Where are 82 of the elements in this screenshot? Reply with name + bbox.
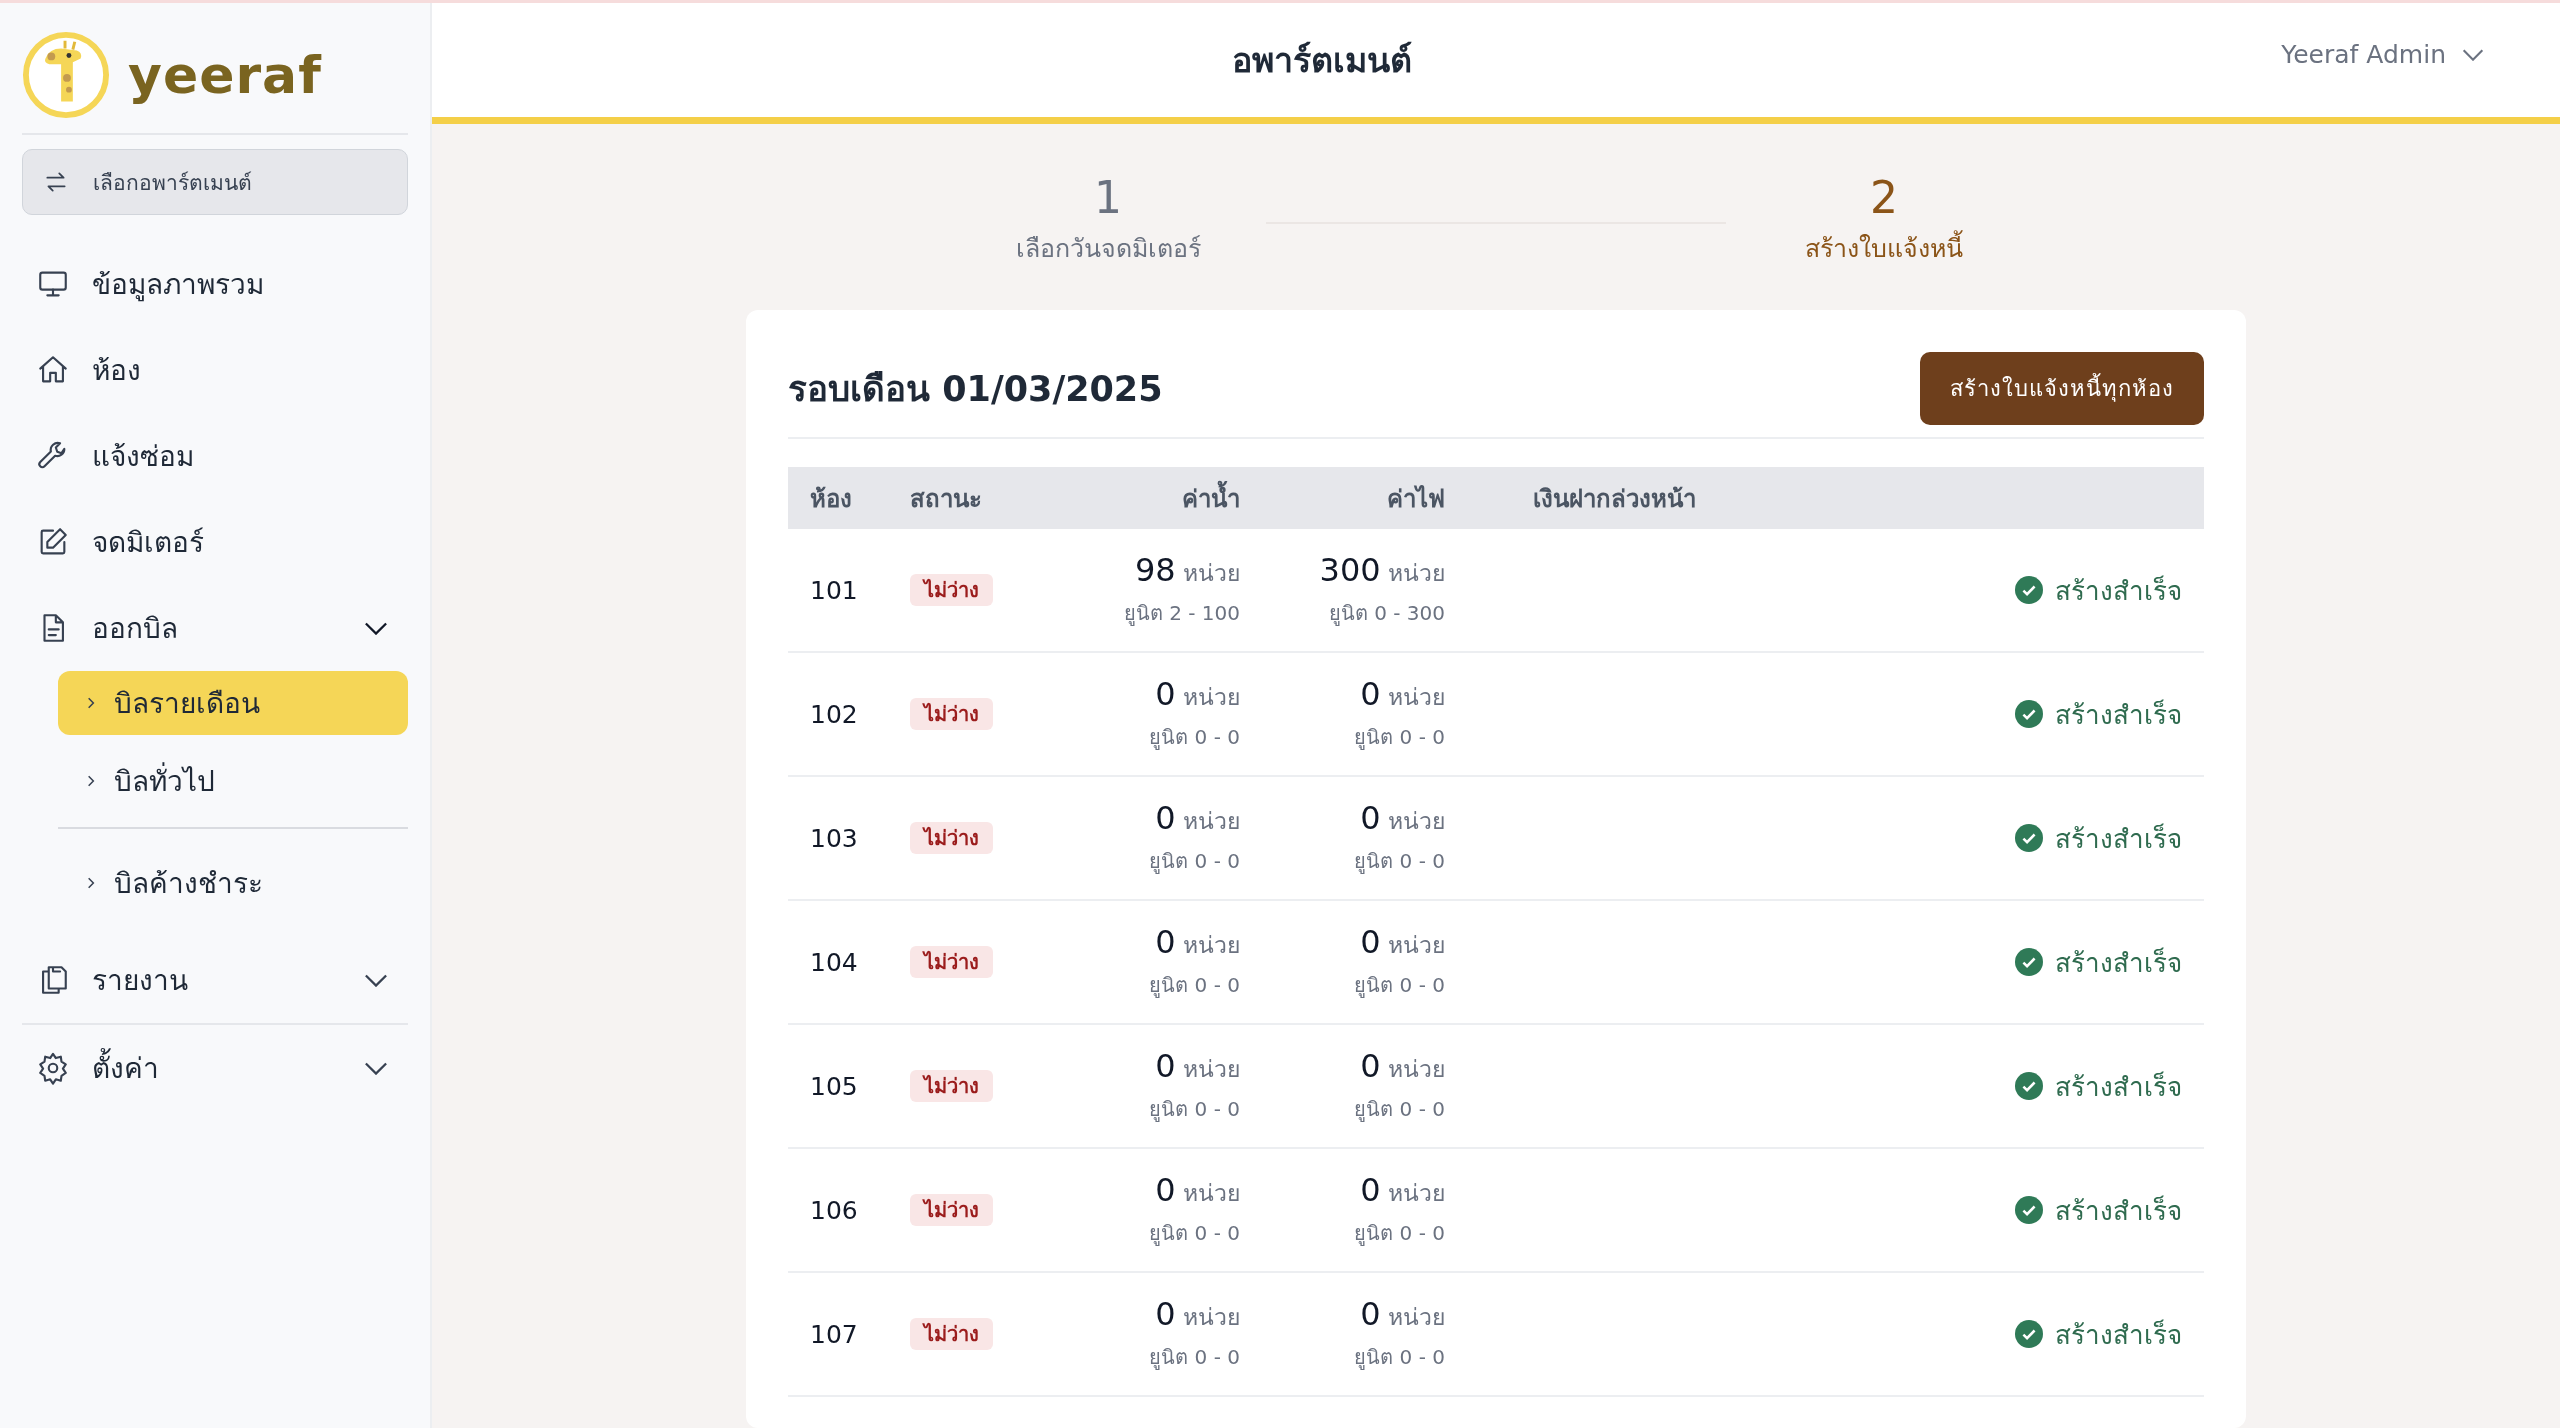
sidebar-item[interactable]: รายงาน bbox=[22, 937, 408, 1023]
electric-usage: 0 หน่วย bbox=[1359, 1047, 1445, 1088]
water-range: ยูนิต 0 - 0 bbox=[1149, 724, 1240, 752]
check-circle-icon bbox=[2015, 1072, 2043, 1101]
status-badge: ไม่ว่าง bbox=[910, 1318, 993, 1351]
column-header: ค่าน้ำ bbox=[1182, 478, 1240, 518]
electric-range: ยูนิต 0 - 0 bbox=[1354, 1220, 1445, 1248]
electric-range: ยูนิต 0 - 0 bbox=[1354, 724, 1445, 752]
column-header: เงินฝากล่วงหน้า bbox=[1532, 483, 1697, 515]
check-circle-icon bbox=[2015, 1196, 2043, 1225]
water-usage: 0 หน่วย bbox=[1154, 923, 1240, 964]
status-badge: ไม่ว่าง bbox=[910, 1194, 993, 1227]
column-header: สถานะ bbox=[910, 483, 982, 515]
check-circle-icon bbox=[2015, 576, 2043, 605]
sidebar-item[interactable]: ข้อมูลภาพรวม bbox=[22, 241, 408, 327]
column-header: ค่าไฟ bbox=[1387, 483, 1445, 515]
sidebar-subitem[interactable]: บิลรายเดือน bbox=[58, 671, 408, 735]
brand-name: yeeraf bbox=[128, 45, 322, 105]
result-status: สร้างสำเร็จ bbox=[2055, 1318, 2182, 1352]
result-status: สร้างสำเร็จ bbox=[2055, 1070, 2182, 1104]
switch-apartment-button[interactable]: เลือกอพาร์ตเมนต์ bbox=[22, 149, 408, 215]
result-status: สร้างสำเร็จ bbox=[2055, 946, 2182, 980]
step: 2 สร้างใบแจ้งหนี้ bbox=[1726, 174, 2042, 269]
check-circle-icon bbox=[2015, 948, 2043, 977]
card-title: รอบเดือน 01/03/2025 bbox=[788, 368, 1163, 412]
room-number: 101 bbox=[810, 575, 859, 605]
water-range: ยูนิต 0 - 0 bbox=[1149, 972, 1240, 1000]
electric-usage: 0 หน่วย bbox=[1359, 923, 1445, 964]
water-usage: 0 หน่วย bbox=[1154, 1047, 1240, 1088]
sidebar-subitem[interactable]: บิลค้างชำระ bbox=[58, 827, 408, 923]
user-menu[interactable]: Yeeraf Admin bbox=[2275, 39, 2490, 70]
status-badge: ไม่ว่าง bbox=[910, 698, 993, 731]
giraffe-logo-icon bbox=[22, 31, 110, 119]
step: 1 เลือกวันจดมิเตอร์ bbox=[950, 174, 1266, 269]
column-header: ห้อง bbox=[810, 483, 853, 515]
check-circle-icon bbox=[2015, 824, 2043, 853]
chevron-down-icon bbox=[2462, 48, 2484, 61]
electric-usage: 0 หน่วย bbox=[1359, 1295, 1445, 1336]
result-status: สร้างสำเร็จ bbox=[2055, 1194, 2182, 1228]
water-usage: 0 หน่วย bbox=[1154, 799, 1240, 840]
room-number: 104 bbox=[810, 947, 859, 977]
status-badge: ไม่ว่าง bbox=[910, 822, 993, 855]
room-number: 102 bbox=[810, 699, 859, 729]
water-range: ยูนิต 0 - 0 bbox=[1149, 1220, 1240, 1248]
water-usage: 0 หน่วย bbox=[1154, 1295, 1240, 1336]
water-range: ยูนิต 0 - 0 bbox=[1149, 1344, 1240, 1372]
result-status: สร้างสำเร็จ bbox=[2055, 822, 2182, 856]
result-status: สร้างสำเร็จ bbox=[2055, 698, 2182, 732]
sidebar-item[interactable]: จดมิเตอร์ bbox=[22, 499, 408, 585]
electric-usage: 0 หน่วย bbox=[1359, 799, 1445, 840]
status-badge: ไม่ว่าง bbox=[910, 1070, 993, 1103]
water-usage: 0 หน่วย bbox=[1154, 675, 1240, 716]
water-usage: 98 หน่วย bbox=[1133, 551, 1240, 592]
sidebar-subitem[interactable]: บิลทั่วไป bbox=[58, 749, 408, 813]
electric-range: ยูนิต 0 - 0 bbox=[1354, 1096, 1445, 1124]
water-usage: 0 หน่วย bbox=[1154, 1171, 1240, 1212]
check-circle-icon bbox=[2015, 700, 2043, 729]
room-number: 105 bbox=[810, 1071, 859, 1101]
water-range: ยูนิต 0 - 0 bbox=[1149, 848, 1240, 876]
room-number: 106 bbox=[810, 1195, 859, 1225]
electric-usage: 0 หน่วย bbox=[1359, 1171, 1445, 1212]
result-status: สร้างสำเร็จ bbox=[2055, 574, 2182, 608]
check-circle-icon bbox=[2015, 1320, 2043, 1349]
sidebar-item[interactable]: ออกบิล bbox=[22, 585, 408, 671]
page-title: อพาร์ตเมนต์ bbox=[1232, 39, 1412, 82]
room-number: 103 bbox=[810, 823, 859, 853]
electric-range: ยูนิต 0 - 0 bbox=[1354, 1344, 1445, 1372]
create-all-invoices-button[interactable]: สร้างใบแจ้งหนี้ทุกห้อง bbox=[1920, 352, 2204, 426]
electric-range: ยูนิต 0 - 0 bbox=[1354, 972, 1445, 1000]
electric-usage: 0 หน่วย bbox=[1359, 675, 1445, 716]
water-range: ยูนิต 0 - 0 bbox=[1149, 1096, 1240, 1124]
electric-usage: 300 หน่วย bbox=[1319, 551, 1445, 592]
gear-icon bbox=[36, 1051, 70, 1085]
status-badge: ไม่ว่าง bbox=[910, 574, 993, 607]
sidebar-item[interactable]: ห้อง bbox=[22, 327, 408, 413]
sidebar-item[interactable]: ตั้งค่า bbox=[22, 1023, 408, 1111]
sidebar-item[interactable]: แจ้งซ่อม bbox=[22, 413, 408, 499]
room-number: 107 bbox=[810, 1319, 859, 1349]
electric-range: ยูนิต 0 - 0 bbox=[1354, 848, 1445, 876]
water-range: ยูนิต 2 - 100 bbox=[1123, 600, 1240, 628]
status-badge: ไม่ว่าง bbox=[910, 946, 993, 979]
electric-range: ยูนิต 0 - 300 bbox=[1327, 600, 1445, 628]
